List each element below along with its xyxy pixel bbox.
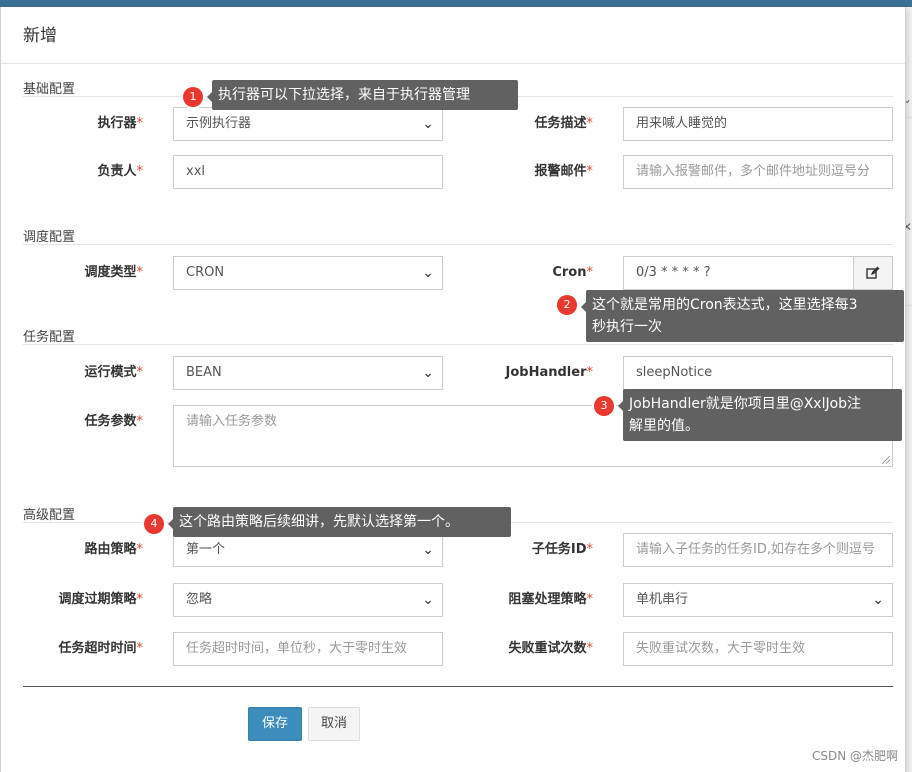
executor-label: 执行器*: [97, 116, 143, 131]
route-strategy-select[interactable]: 第一个 ⌄: [173, 533, 443, 567]
modal-title-divider: [1, 63, 905, 64]
job-param-label: 任务参数*: [84, 414, 143, 429]
cron-input[interactable]: 0/3 * * * * ?: [623, 256, 854, 290]
block-strategy-select[interactable]: 单机串行 ⌄: [623, 583, 893, 617]
save-button[interactable]: 保存: [248, 707, 302, 741]
annotation-tooltip-4: 这个路由策略后续细讲，先默认选择第一个。: [168, 507, 511, 537]
watermark: CSDN @杰肥啊: [811, 749, 898, 763]
annotation-tooltip-1: 执行器可以下拉选择，来自于执行器管理: [207, 80, 518, 110]
cron-edit-button[interactable]: [853, 256, 893, 290]
page: ⌄ ✕ 新增 基础配置 执行器* 示例执行器 ⌄ 任务描述* 用来喊人睡觉的 负…: [0, 0, 912, 772]
app-header-bar: [0, 0, 912, 7]
section-divider: [23, 244, 893, 245]
chevron-down-icon: ⌄: [422, 365, 434, 381]
chevron-down-icon: ⌄: [422, 116, 434, 132]
modal-title: 新增: [23, 26, 57, 46]
route-strategy-label: 路由策略*: [84, 542, 143, 557]
fail-retry-input[interactable]: 失败重试次数，大于零时生效: [623, 632, 893, 666]
section-title-task: 任务配置: [23, 330, 76, 345]
run-mode-label: 运行模式*: [84, 365, 143, 380]
schedule-type-label: 调度类型*: [84, 265, 143, 280]
cron-label: Cron*: [552, 265, 593, 280]
resize-handle[interactable]: [882, 456, 890, 464]
block-strategy-label: 阻塞处理策略*: [508, 592, 593, 607]
misfire-strategy-select[interactable]: 忽略 ⌄: [173, 583, 443, 617]
section-divider: [23, 344, 893, 345]
timeout-label: 任务超时时间*: [58, 641, 143, 656]
executor-select[interactable]: 示例执行器 ⌄: [173, 107, 443, 141]
child-job-id-label: 子任务ID*: [531, 542, 593, 557]
annotation-tooltip-3: JobHandler就是你项目里@XxlJob注 解里的值。: [618, 389, 902, 441]
job-desc-label: 任务描述*: [534, 116, 593, 131]
job-handler-input[interactable]: sleepNotice: [623, 356, 893, 390]
alarm-email-input[interactable]: 请输入报警邮件，多个邮件地址则逗号分: [623, 155, 893, 189]
annotation-tooltip-2: 这个就是常用的Cron表达式，这里选择每3 秒执行一次: [581, 290, 904, 342]
chevron-down-icon: ⌄: [422, 542, 434, 558]
child-job-id-input[interactable]: 请输入子任务的任务ID,如存在多个则逗号: [623, 533, 893, 567]
chevron-down-icon: ⌄: [872, 592, 884, 608]
owner-label: 负责人*: [97, 164, 143, 179]
alarm-email-label: 报警邮件*: [534, 164, 593, 179]
owner-input[interactable]: xxl: [173, 155, 443, 189]
annotation-badge-4: 4: [144, 514, 164, 534]
chevron-down-icon: ⌄: [422, 592, 434, 608]
schedule-type-select[interactable]: CRON ⌄: [173, 256, 443, 290]
chevron-down-icon: ⌄: [422, 265, 434, 281]
fail-retry-label: 失败重试次数*: [508, 641, 593, 656]
timeout-input[interactable]: 任务超时时间，单位秒，大于零时生效: [173, 632, 443, 666]
misfire-strategy-label: 调度过期策略*: [58, 592, 143, 607]
annotation-badge-1: 1: [183, 87, 203, 107]
cancel-button[interactable]: 取消: [308, 707, 360, 741]
run-mode-select[interactable]: BEAN ⌄: [173, 356, 443, 390]
section-title-schedule: 调度配置: [23, 230, 76, 245]
annotation-badge-3: 3: [594, 396, 614, 416]
section-title-advanced: 高级配置: [23, 508, 76, 523]
job-handler-label: JobHandler*: [505, 365, 593, 380]
job-desc-input[interactable]: 用来喊人睡觉的: [623, 107, 893, 141]
footer-divider: [23, 686, 893, 687]
edit-icon: [866, 266, 880, 279]
annotation-badge-2: 2: [557, 295, 577, 315]
section-title-basic: 基础配置: [23, 82, 76, 97]
